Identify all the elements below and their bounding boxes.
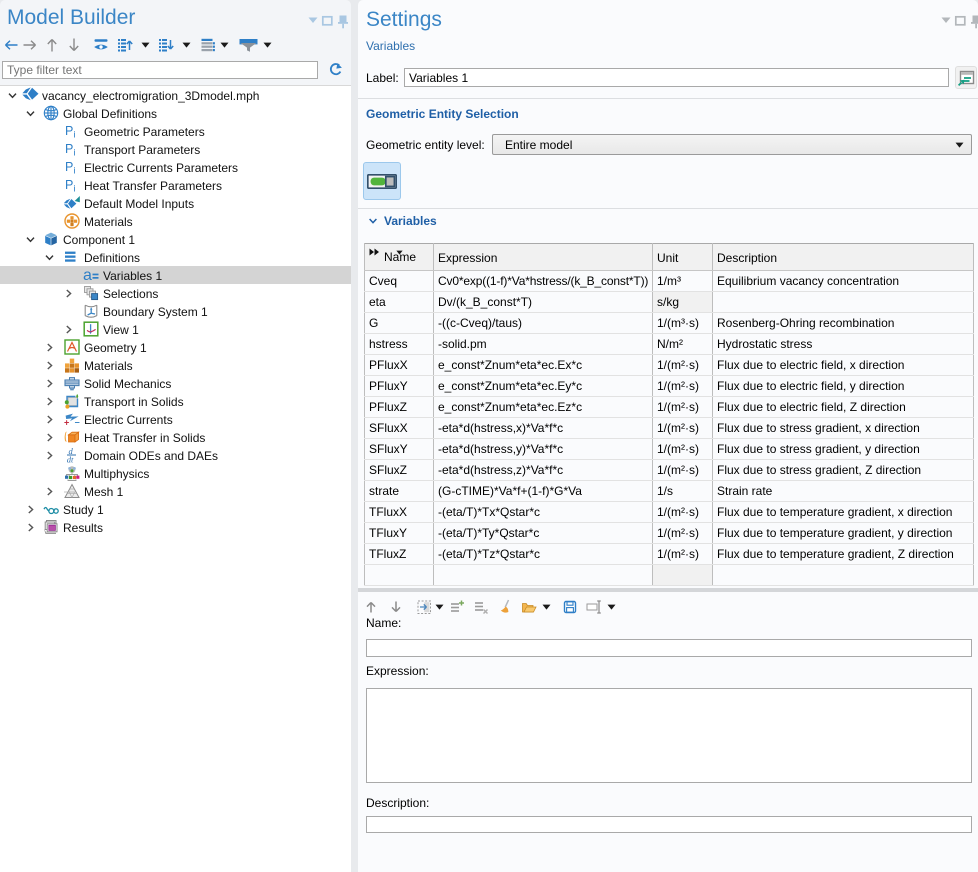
svg-text:P: P	[65, 160, 73, 174]
svg-text:i: i	[74, 148, 76, 158]
svg-text:i: i	[74, 184, 76, 194]
svg-text:dt: dt	[67, 455, 74, 464]
svg-text:P: P	[65, 178, 73, 192]
svg-text:a: a	[83, 267, 92, 283]
svg-text:P: P	[65, 124, 73, 138]
svg-text:+: +	[64, 418, 69, 428]
svg-text:P: P	[65, 142, 73, 156]
svg-text:i: i	[74, 166, 76, 176]
svg-text:i: i	[74, 130, 76, 140]
svg-text:−: −	[75, 418, 80, 428]
